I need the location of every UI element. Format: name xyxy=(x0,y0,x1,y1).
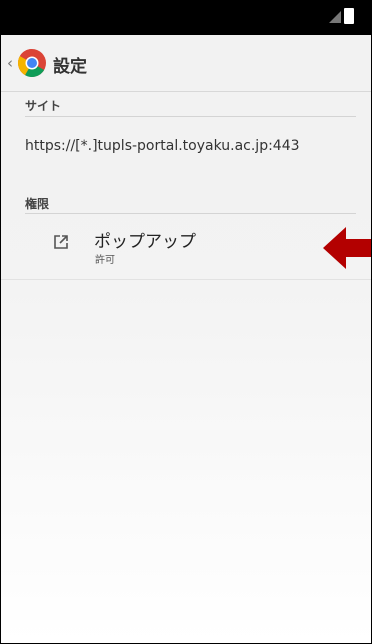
site-section-header: サイト xyxy=(25,99,62,113)
row-divider xyxy=(1,279,371,280)
permission-label: ポップアップ xyxy=(94,232,196,252)
page-title: 設定 xyxy=(53,57,87,77)
permission-status: 許可 xyxy=(95,255,115,266)
chrome-logo-icon[interactable] xyxy=(17,48,47,78)
site-section-divider xyxy=(25,116,356,117)
open-in-new-icon xyxy=(54,235,68,249)
site-url: https://[*.]tupls-portal.toyaku.ac.jp:44… xyxy=(25,138,300,154)
left-arrow-icon xyxy=(323,227,371,269)
app-bar: ‹ 設定 xyxy=(1,35,371,92)
battery-icon xyxy=(344,8,354,24)
signal-icon xyxy=(329,11,341,23)
phone-screen: ‹ 設定 サイト https://[*.]tupls-portal.toyaku… xyxy=(0,0,372,644)
status-bar xyxy=(1,1,371,35)
permissions-section-header: 権限 xyxy=(25,197,50,211)
